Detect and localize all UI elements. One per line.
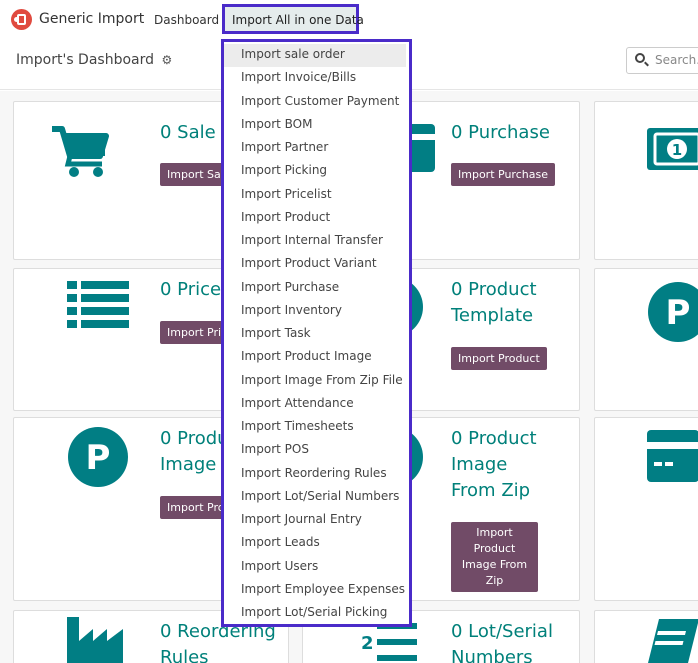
dropdown-item[interactable]: Import POS (224, 439, 406, 462)
dropdown-item[interactable]: Import Product (224, 207, 406, 230)
card-title-line2: Numbers (451, 647, 533, 663)
svg-text:2: 2 (361, 633, 374, 654)
card-title-line1: 0 Produ (160, 428, 229, 449)
dropdown-item[interactable]: Import Inventory (224, 300, 406, 323)
card-payment: 1 (594, 101, 698, 260)
card-journal (594, 610, 698, 663)
app-logo-icon[interactable] (11, 9, 32, 30)
dropdown-item[interactable]: Import Users (224, 556, 406, 579)
book-icon (648, 619, 698, 663)
breadcrumb: Import's Dashboard ⚙ (16, 52, 172, 68)
dropdown-item[interactable]: Import Lot/Serial Picking (224, 602, 406, 625)
top-navbar: Generic Import Dashboard Import All in o… (0, 0, 698, 40)
dropdown-item[interactable]: Import Product Image (224, 346, 406, 369)
dropdown-item[interactable]: Import BOM (224, 114, 406, 137)
dropdown-item[interactable]: Import Picking (224, 160, 406, 183)
dropdown-item[interactable]: Import sale order (224, 44, 406, 67)
dropdown-item[interactable]: Import Product Variant (224, 253, 406, 276)
cart-icon (52, 126, 109, 177)
import-pricelist-button[interactable]: Import Pri (160, 321, 229, 344)
card-title-line1: 0 Product (451, 428, 537, 449)
dropdown-item[interactable]: Import Employee Expenses (224, 579, 406, 602)
search-icon (635, 53, 645, 63)
dropdown-item[interactable]: Import Customer Payment (224, 91, 406, 114)
parking-icon: P (648, 282, 698, 342)
dropdown-item[interactable]: Import Partner (224, 137, 406, 160)
card-title-line1: 0 Lot/Serial (451, 621, 553, 642)
menu-dashboard[interactable]: Dashboard (154, 13, 219, 27)
svg-text:P: P (666, 293, 691, 333)
dropdown-item[interactable]: Import Invoice/Bills (224, 67, 406, 90)
dropdown-item[interactable]: Import Image From Zip File (224, 370, 406, 393)
card-title-line1: 0 Product (451, 279, 537, 300)
dollar-bill-icon: 1 (647, 128, 698, 170)
search-input[interactable]: Search... (626, 47, 698, 74)
card-title: 0 Purchase (451, 122, 550, 143)
import-all-dropdown: Import sale order Import Invoice/Bills Imp… (221, 39, 412, 627)
page-title: Import's Dashboard (16, 52, 155, 68)
dropdown-item[interactable]: Import Task (224, 323, 406, 346)
card-payment-2 (594, 417, 698, 601)
dropdown-item[interactable]: Import Internal Transfer (224, 230, 406, 253)
list-icon (67, 281, 129, 328)
svg-text:1: 1 (672, 141, 682, 159)
gear-icon[interactable]: ⚙ (161, 53, 172, 67)
app-name[interactable]: Generic Import (39, 11, 144, 27)
dropdown-item[interactable]: Import Attendance (224, 393, 406, 416)
import-product-image-zip-button[interactable]: Import Product Image From Zip (451, 522, 538, 592)
parking-icon: P (68, 427, 128, 487)
card-icon (647, 430, 698, 482)
dropdown-item[interactable]: Import Lot/Serial Numbers (224, 486, 406, 509)
dropdown-item[interactable]: Import Reordering Rules (224, 463, 406, 486)
dropdown-item[interactable]: Import Pricelist (224, 184, 406, 207)
import-purchase-button[interactable]: Import Purchase (451, 163, 555, 186)
import-product-button[interactable]: Import Product (451, 347, 547, 370)
card-title-line2: Image (160, 454, 217, 475)
card-title-line2: Template (451, 305, 534, 326)
svg-text:P: P (86, 438, 111, 478)
dropdown-item[interactable]: Import Journal Entry (224, 509, 406, 532)
card-title-line2: Rules (160, 647, 209, 663)
search-placeholder: Search... (655, 53, 698, 67)
card-title-line3: From Zip (451, 480, 531, 501)
card-title: 0 Sale (160, 122, 216, 143)
dropdown-item[interactable]: Import Timesheets (224, 416, 406, 439)
card-partner: P (594, 268, 698, 411)
numbered-list-icon: 2 (359, 621, 417, 661)
factory-icon (67, 617, 123, 663)
card-title-line2: Image (451, 454, 508, 475)
dropdown-item[interactable]: Import Leads (224, 532, 406, 555)
dropdown-item[interactable]: Import Purchase (224, 277, 406, 300)
menu-import-all-in-one[interactable]: Import All in one Data (222, 4, 364, 34)
